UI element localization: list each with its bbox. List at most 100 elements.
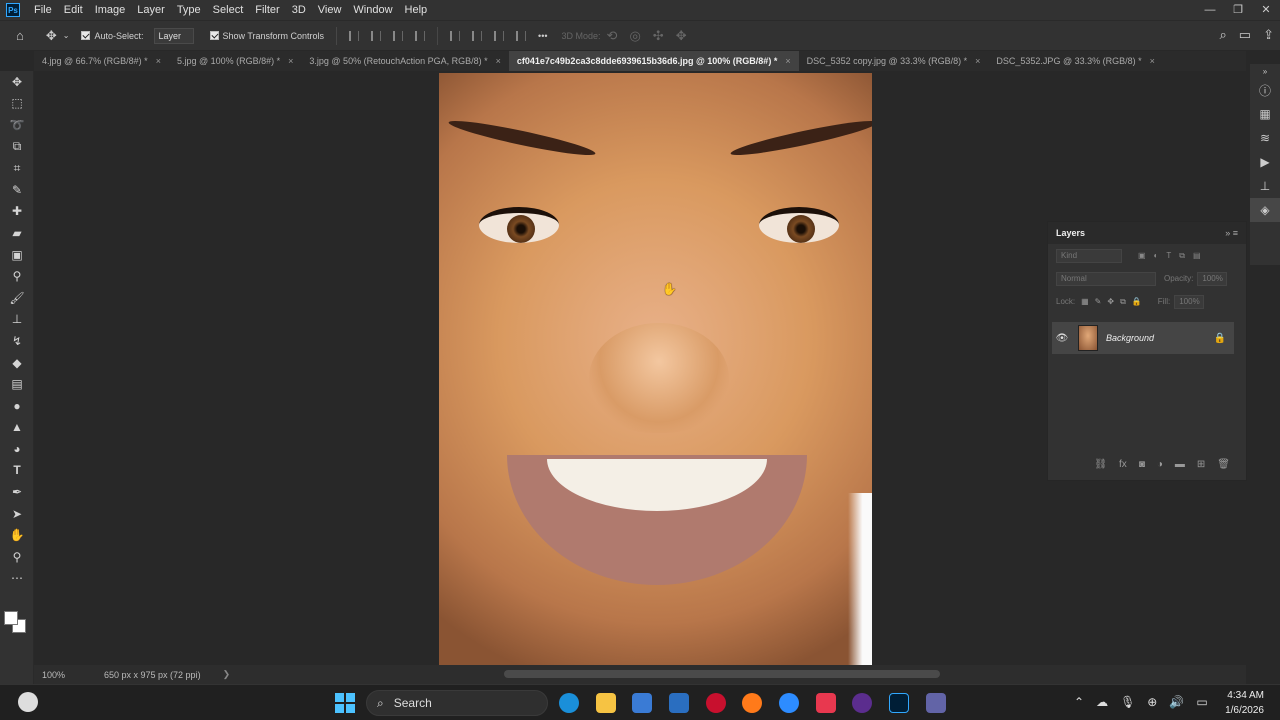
globe-icon[interactable]: ⊕ (1147, 695, 1157, 709)
auto-select-dropdown[interactable]: Layer (153, 27, 194, 44)
info-icon[interactable]: ⓘ (1250, 78, 1280, 102)
distribute-icon[interactable] (415, 30, 426, 41)
chevron-up-icon[interactable]: ⌃ (1074, 695, 1084, 709)
document-image[interactable] (439, 73, 872, 665)
layer-name[interactable]: Background (1106, 333, 1214, 343)
clone-stamp-tool-icon[interactable]: ⊥ (0, 309, 34, 331)
menu-edit[interactable]: Edit (58, 4, 89, 16)
clock[interactable]: 4:34 AM 1/6/2026 (1225, 688, 1264, 718)
blend-mode-dropdown[interactable]: Normal (1056, 271, 1156, 286)
search-icon[interactable]: ⌕ (1220, 27, 1227, 43)
more-tools-icon[interactable]: ⋯ (0, 568, 34, 590)
weather-icon[interactable] (18, 692, 38, 712)
actions-play-icon[interactable]: ▶ (1250, 150, 1280, 174)
photoshop-taskbar-icon[interactable] (889, 693, 909, 713)
align-right-icon[interactable] (393, 30, 404, 41)
history-brush-tool-icon[interactable]: ↯ (0, 330, 34, 352)
eye-icon[interactable]: 👁 (1052, 333, 1072, 344)
align-center-icon[interactable] (371, 30, 382, 41)
store-icon[interactable] (632, 693, 652, 713)
tab-dsc-5352-copy[interactable]: DSC_5352 copy.jpg @ 33.3% (RGB/8) * × (799, 51, 989, 71)
move-tool-icon[interactable]: ✥ (0, 71, 34, 93)
spot-tool-icon[interactable]: ⚲ (0, 265, 34, 287)
mask-icon[interactable]: ◙ (1139, 459, 1145, 470)
distribute-vertical-icon[interactable] (516, 30, 527, 41)
align-left-icon[interactable] (349, 30, 360, 41)
lock-icon[interactable]: 🔒 (1214, 333, 1226, 344)
filter-icons[interactable]: ▣◐T⧉▤ (1138, 251, 1209, 261)
zoom-level[interactable]: 100% (34, 670, 94, 680)
object-select-tool-icon[interactable]: ⧉ (0, 136, 34, 158)
edge-icon[interactable] (559, 693, 579, 713)
menu-window[interactable]: Window (347, 4, 398, 16)
battery-icon[interactable]: ▭ (1196, 695, 1207, 709)
menu-type[interactable]: Type (171, 4, 207, 16)
close-icon[interactable]: × (496, 56, 501, 66)
layers-panel-title[interactable]: Layers (1056, 228, 1085, 238)
menu-file[interactable]: File (28, 4, 58, 16)
tab-4-jpg[interactable]: 4.jpg @ 66.7% (RGB/8#) * × (34, 51, 169, 71)
menu-image[interactable]: Image (89, 4, 132, 16)
libraries-icon[interactable]: ▦ (1250, 102, 1280, 126)
menu-layer[interactable]: Layer (131, 4, 171, 16)
cloud-icon[interactable]: ☁ (1096, 695, 1108, 709)
menu-view[interactable]: View (312, 4, 348, 16)
tab-cf041e7c[interactable]: cf041e7c49b2ca3c8dde6939615b36d6.jpg @ 1… (508, 51, 799, 71)
firefox-icon[interactable] (742, 693, 762, 713)
align-bottom-icon[interactable] (494, 30, 505, 41)
minimize-icon[interactable]: — (1196, 0, 1224, 20)
close-icon[interactable]: × (288, 56, 293, 66)
band-aid-tool-icon[interactable]: ▰ (0, 222, 34, 244)
app-multicolor-icon[interactable] (852, 693, 872, 713)
healing-brush-tool-icon[interactable]: ✚ (0, 201, 34, 223)
workspace-icon[interactable]: ▭ (1239, 27, 1251, 43)
show-transform-checkbox[interactable]: Show Transform Controls (209, 31, 324, 41)
close-icon[interactable]: ✕ (1252, 0, 1280, 20)
volume-icon[interactable]: 🔊 (1169, 695, 1184, 709)
crop-tool-icon[interactable]: ⌗ (0, 157, 34, 179)
lasso-tool-icon[interactable]: ➰ (0, 114, 34, 136)
opacity-field[interactable]: 100% (1197, 271, 1228, 286)
recorder-icon[interactable] (816, 693, 836, 713)
folder-icon[interactable]: ▬ (1175, 459, 1185, 470)
auto-select-checkbox[interactable]: Auto-Select: (81, 31, 144, 41)
horizontal-scrollbar[interactable] (504, 670, 940, 678)
menu-help[interactable]: Help (399, 4, 434, 16)
status-menu-arrow[interactable]: ❯ (223, 669, 231, 680)
teams-icon[interactable] (926, 693, 946, 713)
layer-row-background[interactable]: 👁 Background 🔒 (1052, 322, 1234, 354)
menu-select[interactable]: Select (207, 4, 250, 16)
align-top-icon[interactable] (450, 30, 461, 41)
pen-tool-icon[interactable]: ✒ (0, 481, 34, 503)
foreground-color-swatch[interactable] (4, 611, 18, 625)
new-layer-icon[interactable]: ⊞ (1197, 459, 1205, 470)
eraser-tool-icon[interactable]: ◆ (0, 352, 34, 374)
fx-icon[interactable]: fx (1119, 459, 1127, 470)
share-icon[interactable]: ⇪ (1263, 27, 1274, 43)
move-tool-preset-icon[interactable]: ✥ (46, 28, 57, 44)
layers-icon[interactable]: ◈ (1250, 198, 1280, 222)
type-tool-icon[interactable]: T (0, 460, 34, 482)
close-icon[interactable]: × (156, 56, 161, 66)
align-middle-icon[interactable] (472, 30, 483, 41)
close-icon[interactable]: × (785, 56, 790, 66)
sharpen-tool-icon[interactable]: ▲ (0, 417, 34, 439)
color-swatches[interactable] (4, 611, 30, 637)
tab-3-jpg[interactable]: 3.jpg @ 50% (RetouchAction PGA, RGB/8) *… (301, 51, 508, 71)
close-icon[interactable]: × (975, 56, 980, 66)
marquee-tool-icon[interactable]: ⬚ (0, 93, 34, 115)
tab-dsc-5352[interactable]: DSC_5352.JPG @ 33.3% (RGB/8) * × (988, 51, 1162, 71)
dodge-tool-icon[interactable]: ◕ (0, 438, 34, 460)
outlook-icon[interactable] (669, 693, 689, 713)
zoom-app-icon[interactable] (779, 693, 799, 713)
trash-icon[interactable]: 🗑 (1217, 459, 1230, 470)
panel-menu-icon[interactable]: » ≡ (1225, 228, 1238, 238)
adjustment-icon[interactable]: ◑ (1157, 459, 1163, 470)
gradient-tool-icon[interactable]: ▤ (0, 373, 34, 395)
brushes-icon[interactable]: ≋ (1250, 126, 1280, 150)
windows-start-icon[interactable] (335, 693, 355, 713)
taskbar-search[interactable]: ⌕ Search (366, 690, 548, 716)
file-explorer-icon[interactable] (596, 693, 616, 713)
menu-3d[interactable]: 3D (286, 4, 312, 16)
link-icon[interactable]: ⛓ (1094, 459, 1107, 470)
